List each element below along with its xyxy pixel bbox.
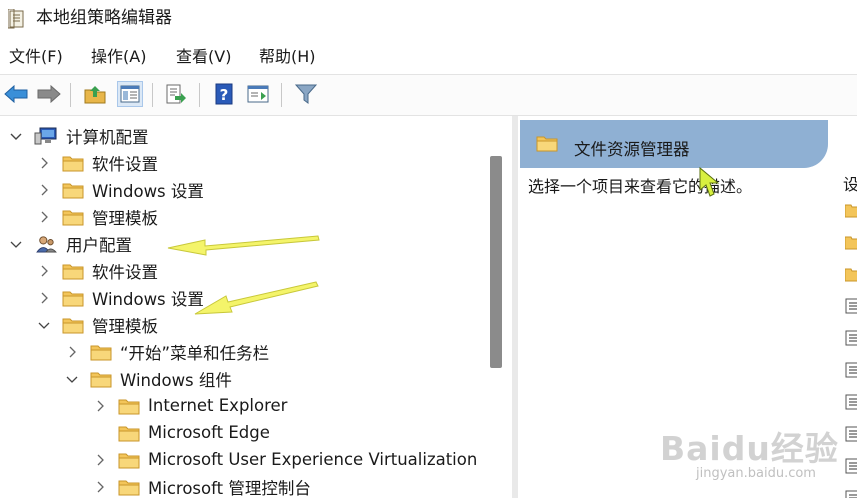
window-title: 本地组策略编辑器 [36, 8, 172, 28]
folder-icon [62, 156, 84, 171]
toolbar-separator [70, 83, 71, 107]
folder-icon [118, 453, 140, 468]
chevron-placeholder [92, 425, 108, 441]
export-list-icon[interactable] [163, 81, 189, 107]
navigation-tree: 计算机配置 软件设置 Windows 设置 管理模板 用户配置 软件设置 Win… [0, 116, 512, 498]
tree-label: 管理模板 [92, 316, 158, 336]
folder-icon [118, 480, 140, 495]
folder-icon [62, 183, 84, 198]
filter-icon[interactable] [293, 81, 319, 107]
chevron-down-icon[interactable] [8, 236, 24, 252]
details-description: 选择一个项目来查看它的描述。 [528, 177, 753, 196]
up-folder-icon[interactable] [82, 81, 108, 107]
toolbar-separator [281, 83, 282, 107]
tree-label: Windows 设置 [92, 181, 204, 201]
tree-label: 用户配置 [66, 235, 132, 255]
folder-icon [118, 426, 140, 441]
chevron-right-icon[interactable] [36, 263, 52, 279]
users-icon [36, 235, 57, 253]
tree-label: 软件设置 [92, 154, 158, 174]
tree-node-uc-windows[interactable]: Windows 设置 [36, 284, 204, 311]
folder-icon [62, 210, 84, 225]
toolbar: ? [0, 74, 857, 116]
tree-label: Microsoft 管理控制台 [148, 478, 311, 498]
chevron-right-icon[interactable] [92, 479, 108, 495]
folder-icon[interactable] [845, 266, 857, 282]
chevron-right-icon[interactable] [64, 344, 80, 360]
tree-label: “开始”菜单和任务栏 [120, 343, 270, 363]
folder-icon [90, 345, 112, 360]
tree-node-cc-software[interactable]: 软件设置 [36, 149, 158, 176]
folder-icon[interactable] [845, 234, 857, 250]
tree-node-uc-admin[interactable]: 管理模板 [36, 311, 158, 338]
tree-node-uev[interactable]: Microsoft User Experience Virtualization [92, 446, 477, 473]
tree-label: 管理模板 [92, 208, 158, 228]
details-header: 文件资源管理器 [520, 120, 828, 168]
chevron-right-icon[interactable] [36, 182, 52, 198]
tree-node-computer-config[interactable]: 计算机配置 [8, 122, 149, 149]
chevron-right-icon[interactable] [36, 155, 52, 171]
title-bar: 本地组策略编辑器 [0, 0, 857, 38]
tree-label: Microsoft Edge [148, 423, 270, 442]
menu-view[interactable]: 查看(V) [176, 46, 231, 68]
tree-label: 软件设置 [92, 262, 158, 282]
menu-bar: 文件(F) 操作(A) 查看(V) 帮助(H) [0, 44, 857, 72]
forward-arrow-icon[interactable] [36, 81, 62, 107]
tree-node-user-config[interactable]: 用户配置 [8, 230, 132, 257]
folder-icon [90, 372, 112, 387]
tree-label: 计算机配置 [66, 127, 149, 147]
chevron-down-icon[interactable] [36, 317, 52, 333]
tree-node-ie[interactable]: Internet Explorer [92, 392, 287, 419]
tree-node-cc-admin[interactable]: 管理模板 [36, 203, 158, 230]
extended-view-icon[interactable] [245, 81, 271, 107]
folder-icon [62, 291, 84, 306]
settings-column-header[interactable]: 设 [843, 171, 857, 195]
policy-setting-icon[interactable] [845, 394, 857, 410]
toolbar-separator [152, 83, 153, 107]
svg-text:?: ? [220, 86, 229, 104]
chevron-right-icon[interactable] [92, 452, 108, 468]
tree-node-win-components[interactable]: Windows 组件 [64, 365, 232, 392]
tree-label: Internet Explorer [148, 396, 288, 415]
tree-node-edge[interactable]: Microsoft Edge [92, 419, 270, 446]
policy-setting-icon[interactable] [845, 458, 857, 474]
tree-node-start-menu[interactable]: “开始”菜单和任务栏 [64, 338, 269, 365]
policy-setting-icon[interactable] [845, 298, 857, 314]
menu-help[interactable]: 帮助(H) [259, 46, 316, 68]
policy-setting-icon[interactable] [845, 426, 857, 442]
tree-node-uc-software[interactable]: 软件设置 [36, 257, 158, 284]
show-hide-tree-icon[interactable] [117, 81, 143, 107]
folder-icon [62, 264, 84, 279]
chevron-right-icon[interactable] [92, 398, 108, 414]
tree-scrollbar-thumb[interactable] [490, 156, 502, 368]
chevron-right-icon[interactable] [36, 209, 52, 225]
details-title: 文件资源管理器 [574, 140, 690, 159]
details-pane: 文件资源管理器 选择一个项目来查看它的描述。 设 [518, 116, 857, 498]
policy-editor-icon [8, 9, 24, 29]
folder-icon[interactable] [845, 202, 857, 218]
policy-setting-icon[interactable] [845, 362, 857, 378]
folder-icon [536, 136, 558, 152]
tree-label: Windows 组件 [120, 370, 232, 390]
folder-icon [118, 399, 140, 414]
tree-node-cc-windows[interactable]: Windows 设置 [36, 176, 204, 203]
back-arrow-icon[interactable] [3, 81, 29, 107]
chevron-down-icon[interactable] [8, 128, 24, 144]
chevron-down-icon[interactable] [64, 371, 80, 387]
tree-label: Microsoft User Experience Virtualization [148, 450, 478, 469]
tree-label: Windows 设置 [92, 289, 204, 309]
tree-node-mmc[interactable]: Microsoft 管理控制台 [92, 473, 311, 498]
help-icon[interactable]: ? [211, 81, 237, 107]
menu-file[interactable]: 文件(F) [9, 46, 63, 68]
chevron-right-icon[interactable] [36, 290, 52, 306]
policy-setting-icon[interactable] [845, 490, 857, 498]
folder-icon [62, 318, 84, 333]
menu-action[interactable]: 操作(A) [91, 46, 146, 68]
computer-icon [34, 127, 57, 144]
policy-setting-icon[interactable] [845, 330, 857, 346]
toolbar-separator [199, 83, 200, 107]
